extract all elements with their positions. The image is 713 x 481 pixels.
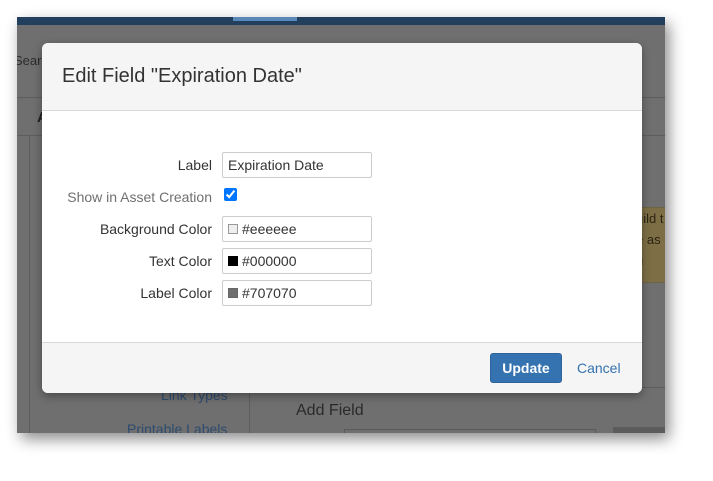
label-field-label: Label xyxy=(177,157,212,173)
show-in-asset-creation-checkbox[interactable] xyxy=(224,188,237,201)
background-search-label: Sear xyxy=(17,53,42,68)
dialog-header: Edit Field "Expiration Date" xyxy=(42,43,642,111)
background-color-value: #eeeeee xyxy=(242,221,297,237)
field-row-background-color: Background Color #eeeeee xyxy=(42,216,642,242)
background-color-input[interactable]: #eeeeee xyxy=(222,216,372,242)
label-color-swatch[interactable] xyxy=(228,288,238,298)
text-color-value: #000000 xyxy=(242,253,297,269)
add-field-heading: Add Field xyxy=(296,402,364,419)
label-color-input[interactable]: #707070 xyxy=(222,280,372,306)
cancel-link[interactable]: Cancel xyxy=(577,353,621,383)
background-button xyxy=(613,427,665,433)
dialog-body: Label Show in Asset Creation Background … xyxy=(42,111,642,341)
background-input xyxy=(344,429,596,433)
background-color-label: Background Color xyxy=(99,221,212,237)
background-sidebar-border xyxy=(29,135,30,433)
edit-field-dialog: Edit Field "Expiration Date" Label Show … xyxy=(42,43,642,393)
dialog-title: Edit Field "Expiration Date" xyxy=(62,65,302,87)
background-color-swatch[interactable] xyxy=(228,224,238,234)
field-row-label-color: Label Color #707070 xyxy=(42,280,642,306)
text-color-swatch[interactable] xyxy=(228,256,238,266)
label-color-value: #707070 xyxy=(242,285,297,301)
update-button[interactable]: Update xyxy=(490,353,562,383)
dialog-footer: Update Cancel xyxy=(42,342,642,393)
sidebar-link-printable-labels: Printable Labels xyxy=(127,421,228,433)
text-color-label: Text Color xyxy=(148,253,212,269)
active-nav-indicator xyxy=(233,17,297,21)
field-row-text-color: Text Color #000000 xyxy=(42,248,642,274)
field-row-label: Label xyxy=(42,152,642,178)
label-input[interactable] xyxy=(222,152,372,178)
app-top-bar xyxy=(17,17,665,25)
show-in-asset-creation-label: Show in Asset Creation xyxy=(67,189,212,205)
field-row-show-in-asset-creation: Show in Asset Creation xyxy=(42,184,642,210)
text-color-input[interactable]: #000000 xyxy=(222,248,372,274)
label-color-label: Label Color xyxy=(140,285,212,301)
